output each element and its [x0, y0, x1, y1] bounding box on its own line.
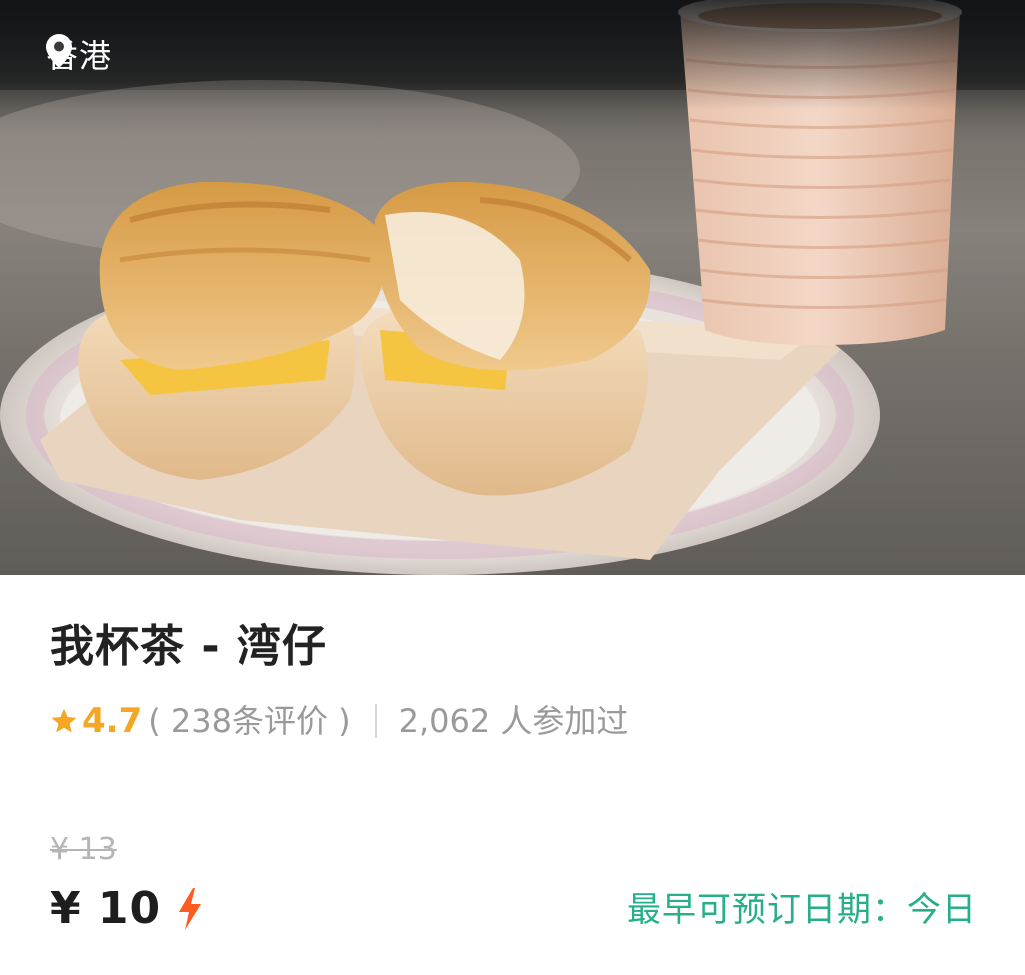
current-price: ¥ 10 [50, 883, 162, 934]
location-badge: 香港 [46, 34, 112, 78]
review-count[interactable]: ( 238条评价 ) [148, 695, 350, 747]
star-icon [51, 708, 77, 733]
rating-row: 4.7 ( 238条评价 ) 2,062 人参加过 [50, 695, 628, 747]
meta-divider [374, 704, 377, 738]
participants-count: 2,062 人参加过 [398, 702, 629, 740]
product-title[interactable]: 我杯茶 - 湾仔 [50, 617, 327, 677]
product-info: 我杯茶 - 湾仔 4.7 ( 238条评价 ) 2,062 人参加过 ¥ 13 … [0, 575, 1025, 975]
activity-card[interactable]: 香港 我杯茶 - 湾仔 4.7 ( 238条评价 ) 2,062 人参加过 ¥ … [0, 0, 1025, 975]
rating-value: 4.7 [82, 701, 143, 741]
lightning-bolt-icon [179, 888, 202, 930]
food-photo-illustration [0, 0, 1025, 575]
product-photo[interactable]: 香港 [0, 0, 1025, 575]
original-price: ¥ 13 [50, 832, 117, 867]
map-pin-icon [46, 34, 72, 68]
earliest-booking-date: 最早可预订日期：今日 [627, 890, 977, 930]
price-row: ¥ 10 [50, 881, 203, 937]
